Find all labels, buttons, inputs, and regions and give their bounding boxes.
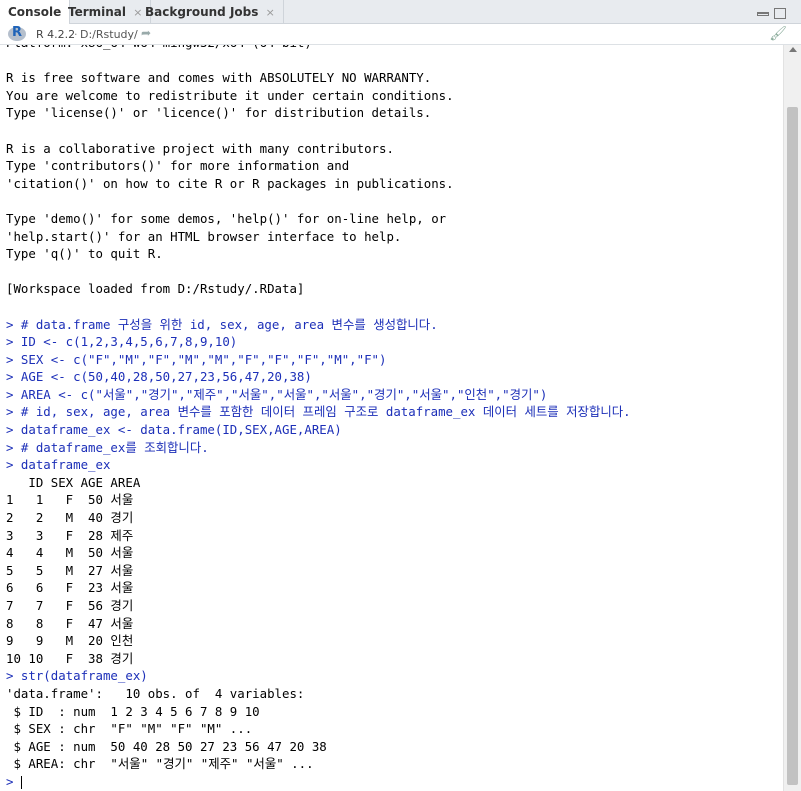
tab-background-jobs-label: Background Jobs (145, 5, 259, 19)
console-output-line: 4 4 M 50 서울 (6, 545, 134, 561)
console-output-line: 9 9 M 20 인천 (6, 633, 134, 649)
console-command-line: > str(dataframe_ex) (6, 668, 148, 684)
tab-terminal-label: Terminal (68, 5, 127, 19)
console-output-line: 'help.start()' for an HTML browser inter… (6, 228, 402, 244)
text-cursor (20, 775, 22, 789)
console-command-line: > ID <- c(1,2,3,4,5,6,7,8,9,10) (6, 334, 238, 350)
minimize-icon[interactable] (757, 12, 769, 16)
console-output-line: 2 2 M 40 경기 (6, 510, 134, 526)
console-output-line: Type 'license()' or 'licence()' for dist… (6, 105, 432, 121)
console-output-line: Type 'contributors()' for more informati… (6, 158, 350, 174)
console-command-line: > # dataframe_ex를 조회합니다. (6, 439, 209, 455)
tab-background-jobs[interactable]: Background Jobs × (137, 0, 284, 24)
console-output-line: Type 'q()' to quit R. (6, 246, 163, 262)
console-command-line: > # id, sex, age, area 변수를 포함한 데이터 프레임 구… (6, 404, 631, 420)
console-output-line: $ SEX : chr "F" "M" "F" "M" ... (6, 721, 253, 737)
maximize-icon[interactable] (774, 8, 786, 19)
r-version: R 4.2.2 (36, 28, 76, 41)
console-output-line: ID SEX AGE AREA (6, 474, 141, 490)
console-command-line: > AREA <- c("서울","경기","제주","서울","서울","서울… (6, 386, 548, 402)
separator: · (74, 28, 78, 41)
console-command-line: > AGE <- c(50,40,28,50,27,23,56,47,20,38… (6, 369, 312, 385)
console-output-line: 6 6 F 23 서울 (6, 580, 134, 596)
console-command-line: > # data.frame 구성을 위한 id, sex, age, area… (6, 316, 438, 332)
console-prompt[interactable]: > (6, 773, 783, 791)
scroll-up-icon[interactable] (789, 47, 797, 52)
prompt-symbol: > (6, 773, 14, 789)
console-output-line: 8 8 F 47 서울 (6, 615, 134, 631)
console-output-line: 'data.frame': 10 obs. of 4 variables: (6, 685, 305, 701)
console-output-line: $ AREA: chr "서울" "경기" "제주" "서울" ... (6, 756, 314, 772)
console-output-line: $ ID : num 1 2 3 4 5 6 7 8 9 10 (6, 703, 260, 719)
go-to-directory-icon[interactable]: ➦ (141, 26, 151, 40)
console-command-line: > dataframe_ex <- data.frame(ID,SEX,AGE,… (6, 422, 342, 438)
console-output-line: 10 10 F 38 경기 (6, 650, 134, 666)
r-logo-icon: R (8, 25, 26, 41)
console-output-line: 'citation()' on how to cite R or R packa… (6, 175, 454, 191)
console-command-line: > dataframe_ex (6, 457, 111, 473)
scroll-thumb[interactable] (787, 107, 798, 785)
pane-tabbar: Console Terminal × Background Jobs × (0, 0, 801, 25)
console-output-line: Type 'demo()' for some demos, 'help()' f… (6, 210, 447, 226)
console-command-line: > SEX <- c("F","M","F","M","M","F","F","… (6, 351, 387, 367)
console-output-line: R is a collaborative project with many c… (6, 140, 394, 156)
console-output-line: You are welcome to redistribute it under… (6, 87, 454, 103)
console-output-line: $ AGE : num 50 40 28 50 27 23 56 47 20 3… (6, 738, 327, 754)
console-output-line: 1 1 F 50 서울 (6, 492, 134, 508)
console-output-line: [Workspace loaded from D:/Rstudy/.RData] (6, 281, 305, 297)
console-output-line: Platform: x86_64-w64-mingw32/x64 (64-bit… (6, 45, 783, 52)
console-output-line: R is free software and comes with ABSOLU… (6, 70, 432, 86)
working-directory: D:/Rstudy/ (80, 28, 138, 41)
console-scrollbar[interactable] (783, 45, 801, 791)
tab-console-label: Console (8, 5, 62, 19)
console-toolbar: R R 4.2.2 · D:/Rstudy/ ➦ 🖌 (0, 24, 801, 45)
console-output-line: 7 7 F 56 경기 (6, 598, 134, 613)
console-output-line: 5 5 M 27 서울 (6, 562, 134, 578)
console-output-line: 3 3 F 28 제주 (6, 527, 134, 543)
broom-icon[interactable]: 🖌 (769, 26, 787, 42)
console-output[interactable]: Platform: x86_64-w64-mingw32/x64 (64-bit… (0, 45, 783, 791)
close-icon[interactable]: × (266, 6, 275, 19)
